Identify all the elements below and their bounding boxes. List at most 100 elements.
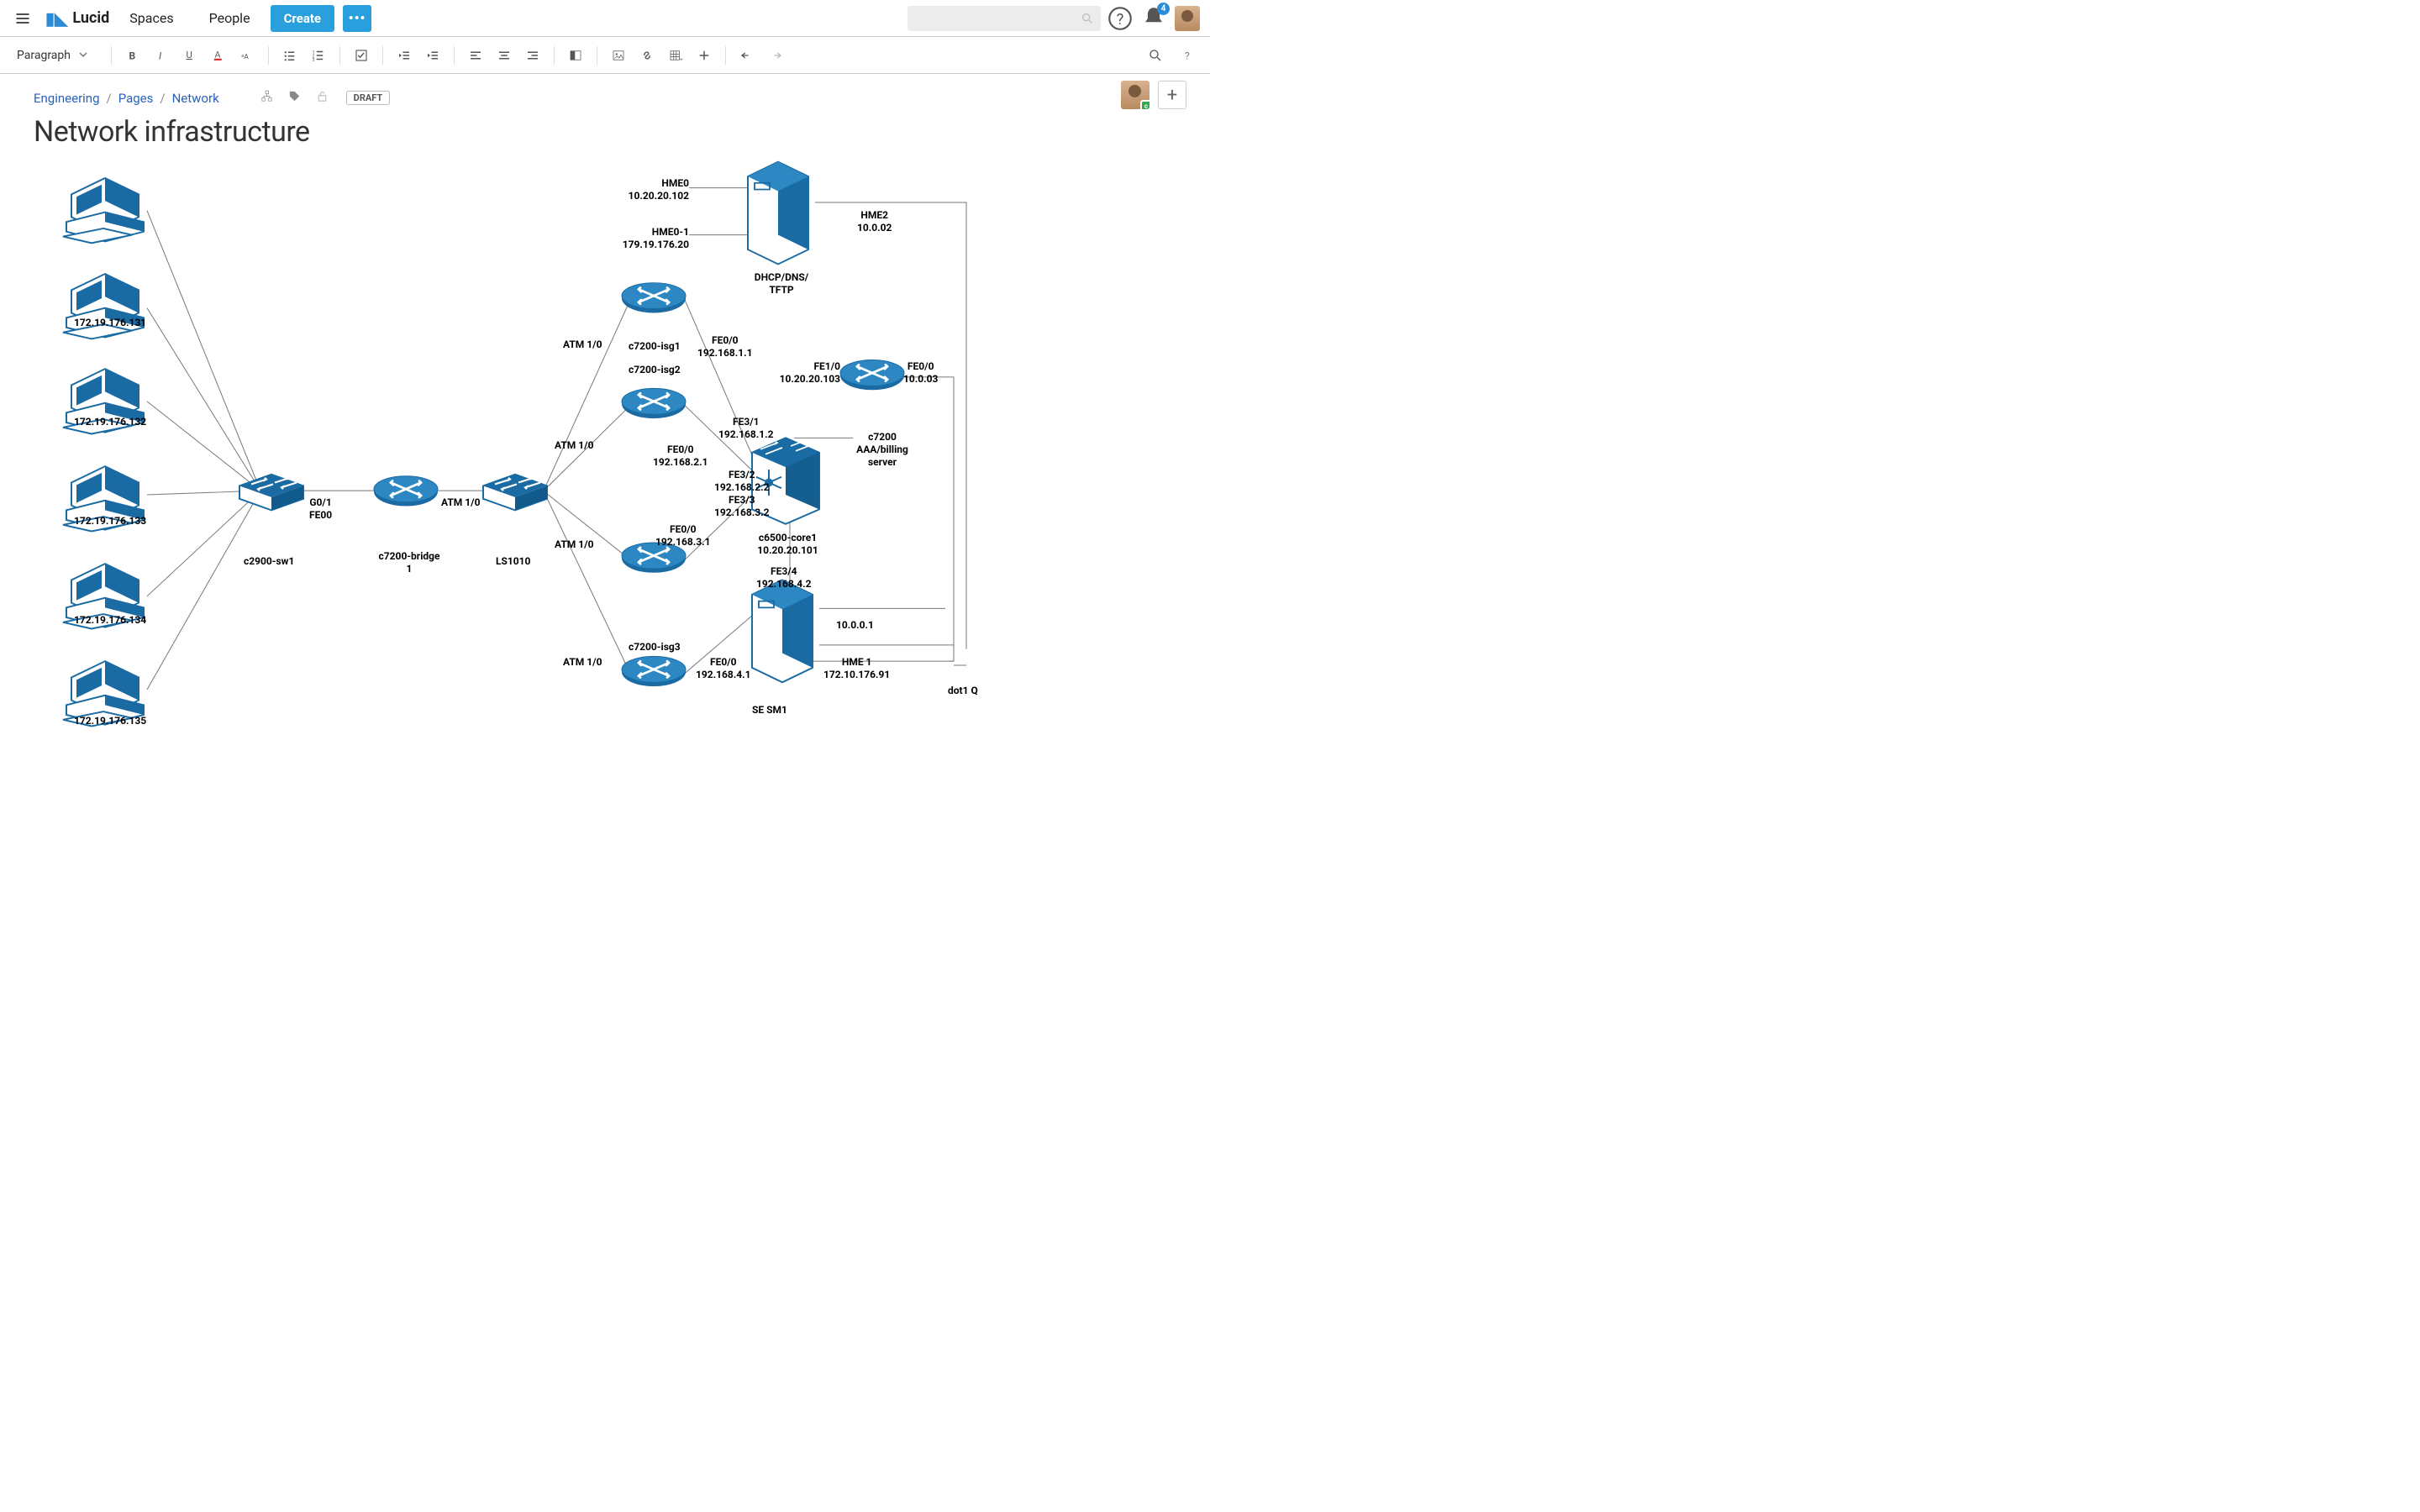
insert-button[interactable] <box>692 43 717 68</box>
paragraph-label: Paragraph <box>17 49 71 62</box>
breadcrumb-parent[interactable]: Pages <box>118 91 154 106</box>
add-collaborator-button[interactable]: + <box>1158 81 1186 109</box>
status-indicator: c <box>1140 100 1150 109</box>
nav-spaces[interactable]: Spaces <box>114 3 188 33</box>
host-ip: 172.19.176.135 <box>74 715 146 727</box>
server-port: HME0 10.20.20.102 <box>622 177 689 202</box>
redo-button[interactable] <box>763 43 788 68</box>
align-right-button[interactable] <box>520 43 545 68</box>
fe-port: FE3/1 192.168.1.2 <box>718 416 774 441</box>
more-button[interactable]: ••• <box>343 5 371 32</box>
atm-port: ATM 1/0 <box>563 339 602 351</box>
c2900-label: c2900-sw1 <box>244 555 294 568</box>
logo-mark-icon: ▮◣ <box>45 8 67 29</box>
help-icon[interactable]: ? <box>1106 4 1134 33</box>
lock-icon[interactable] <box>315 89 329 107</box>
svg-text:A: A <box>215 49 221 60</box>
ls1010-label: LS1010 <box>496 555 530 568</box>
fe-port: FE0/0 192.168.3.1 <box>655 523 711 549</box>
chevron-down-icon <box>79 51 87 60</box>
fe-port: FE3/2 192.168.2.2 <box>714 469 770 494</box>
sesm-port: HME 1 172.10.176.91 <box>823 656 890 681</box>
brand-logo[interactable]: ▮◣ Lucid <box>45 8 109 29</box>
italic-button[interactable]: I <box>149 43 174 68</box>
collaborators: c + <box>1121 81 1186 109</box>
align-center-button[interactable] <box>492 43 517 68</box>
aaa-label: c7200 AAA/billing server <box>840 431 924 469</box>
brand-name: Lucid <box>72 9 109 27</box>
notification-badge: 4 <box>1157 3 1170 15</box>
bridge-left-port: G0/1 FE00 <box>309 496 332 522</box>
notifications-button[interactable]: 4 <box>1139 4 1168 33</box>
page-title: Network infrastructure <box>34 115 1176 149</box>
image-button[interactable] <box>606 43 631 68</box>
atm-port: ATM 1/0 <box>563 656 602 669</box>
breadcrumb-space[interactable]: Engineering <box>34 91 100 106</box>
search-icon <box>1081 12 1094 25</box>
task-list-button[interactable] <box>349 43 374 68</box>
undo-button[interactable] <box>734 43 760 68</box>
indent-button[interactable] <box>420 43 445 68</box>
align-left-button[interactable] <box>463 43 488 68</box>
isg3-label: c7200-isg3 <box>629 641 681 654</box>
svg-text:I: I <box>159 50 162 61</box>
aaa-port: FE0/0 10.0.03 <box>903 360 938 386</box>
svg-text:?: ? <box>1185 50 1190 61</box>
fe-port: FE0/0 192.168.1.1 <box>697 334 753 360</box>
search-input[interactable] <box>908 6 1101 31</box>
atm-port: ATM 1/0 <box>555 538 594 551</box>
breadcrumb-current: Network <box>172 91 219 106</box>
numbered-list-button[interactable]: 123 <box>306 43 331 68</box>
avatar-image <box>1175 6 1200 31</box>
layout-button[interactable] <box>563 43 588 68</box>
aaa-port: FE1/0 10.20.20.103 <box>765 360 840 386</box>
svg-text:ᵃA: ᵃA <box>241 52 249 60</box>
user-avatar[interactable] <box>1173 4 1202 33</box>
core-label: c6500-core1 10.20.20.101 <box>748 532 828 557</box>
svg-text:3: 3 <box>313 57 315 62</box>
bridge-right-port: ATM 1/0 <box>441 496 481 509</box>
isg2-label: c7200-isg2 <box>629 364 681 376</box>
fe-port: FE3/4 192.168.4.2 <box>756 565 812 591</box>
page-content: c + Engineering / Pages / Network DRAFT … <box>0 74 1210 756</box>
server-label: DHCP/DNS/ TFTP <box>744 271 819 297</box>
svg-text:B: B <box>129 50 136 61</box>
nav-people[interactable]: People <box>194 3 266 33</box>
fe-port: FE0/0 192.168.2.1 <box>653 444 708 469</box>
dot1q-label: dot1 Q <box>948 685 978 697</box>
fe-port: FE0/0 192.168.4.1 <box>696 656 751 681</box>
status-badge: DRAFT <box>346 91 391 105</box>
paragraph-style-select[interactable]: Paragraph <box>10 45 103 66</box>
isg1-label: c7200-isg1 <box>629 340 681 353</box>
clear-format-button[interactable]: ᵃA <box>234 43 260 68</box>
tag-icon[interactable] <box>287 89 302 107</box>
host-ip: 172.19.176.132 <box>74 416 146 428</box>
server-port: HME2 10.0.02 <box>857 209 892 234</box>
atm-port: ATM 1/0 <box>555 439 594 452</box>
link-button[interactable] <box>634 43 660 68</box>
host-ip: 172.19.176.134 <box>74 614 146 627</box>
fe-port: FE3/3 192.168.3.2 <box>714 494 770 519</box>
svg-text:?: ? <box>1117 11 1124 29</box>
hierarchy-icon[interactable] <box>260 89 274 107</box>
host-ip: 172.19.176.133 <box>74 515 146 528</box>
outdent-button[interactable] <box>392 43 417 68</box>
find-button[interactable] <box>1143 43 1168 68</box>
svg-text:U: U <box>187 50 192 60</box>
menu-icon[interactable] <box>8 4 37 33</box>
breadcrumb: Engineering / Pages / Network DRAFT <box>34 89 1176 107</box>
help-toolbar-button[interactable]: ? <box>1175 43 1200 68</box>
sesm-ip: 10.0.0.1 <box>836 619 874 632</box>
network-diagram[interactable]: 172.19.176.131 172.19.176.132 172.19.176… <box>34 154 1176 738</box>
server-port: HME0-1 179.19.176.20 <box>618 226 689 251</box>
create-button[interactable]: Create <box>271 5 334 32</box>
sesm-label: SE SM1 <box>752 704 787 717</box>
editor-toolbar: Paragraph B I U A ᵃA 123 ? <box>0 37 1210 74</box>
underline-button[interactable]: U <box>177 43 203 68</box>
host-ip: 172.19.176.131 <box>74 317 146 329</box>
bulleted-list-button[interactable] <box>277 43 302 68</box>
collaborator-avatar[interactable]: c <box>1121 81 1150 109</box>
text-color-button[interactable]: A <box>206 43 231 68</box>
table-button[interactable] <box>663 43 688 68</box>
bold-button[interactable]: B <box>120 43 145 68</box>
